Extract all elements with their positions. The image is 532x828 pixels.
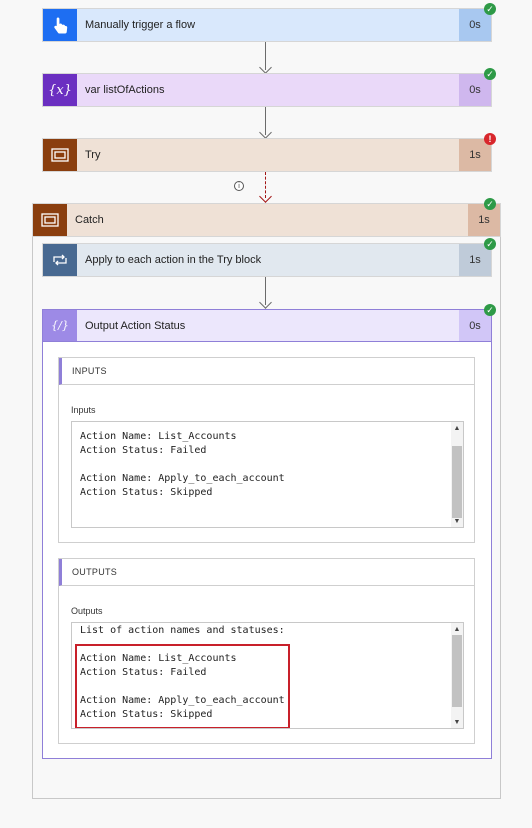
inputs-line: Action Status: Failed bbox=[80, 445, 207, 456]
scope-icon bbox=[33, 204, 67, 236]
hand-pointer-icon bbox=[43, 9, 77, 41]
output-action-title: Output Action Status bbox=[85, 319, 186, 332]
inputs-line: Action Status: Skipped bbox=[80, 487, 213, 498]
apply-to-each-card[interactable]: Apply to each action in the Try block 1s bbox=[42, 243, 492, 277]
scroll-down-icon[interactable]: ▼ bbox=[451, 516, 463, 526]
inputs-line bbox=[80, 458, 463, 472]
output-action-card[interactable]: {∕} Output Action Status 0s bbox=[42, 309, 492, 342]
connector-arrow bbox=[259, 190, 272, 203]
inputs-scrollbar[interactable]: ▲ ▼ bbox=[451, 422, 463, 527]
error-icon: ! bbox=[484, 133, 496, 145]
catch-scope-card[interactable]: Catch 1s bbox=[32, 203, 501, 237]
connector-arrow bbox=[259, 126, 272, 139]
success-icon: ✓ bbox=[484, 304, 496, 316]
outputs-header: OUTPUTS bbox=[59, 559, 474, 586]
variable-card[interactable]: {x} var listOfActions 0s bbox=[42, 73, 492, 107]
info-icon[interactable]: i bbox=[234, 181, 244, 191]
loop-icon bbox=[43, 244, 77, 276]
outputs-section: OUTPUTS Outputs List of action names and… bbox=[58, 558, 475, 744]
variable-icon: {x} bbox=[43, 74, 77, 106]
catch-title: Catch bbox=[75, 214, 104, 226]
trigger-card[interactable]: Manually trigger a flow 0s bbox=[42, 8, 492, 42]
highlight-box bbox=[75, 644, 290, 728]
variable-icon-glyph: {x} bbox=[48, 82, 72, 98]
compose-icon: {∕} bbox=[43, 310, 77, 341]
scrollbar-thumb[interactable] bbox=[452, 635, 462, 707]
success-icon: ✓ bbox=[484, 68, 496, 80]
inputs-label: Inputs bbox=[71, 405, 96, 415]
catch-duration: 1s bbox=[468, 204, 500, 236]
scope-icon bbox=[43, 139, 77, 171]
scrollbar-thumb[interactable] bbox=[452, 446, 462, 518]
try-scope-card[interactable]: Try 1s bbox=[42, 138, 492, 172]
inputs-line: Action Name: Apply_to_each_account bbox=[80, 473, 285, 484]
inputs-line: Action Name: List_Accounts bbox=[80, 431, 237, 442]
apply-to-each-title: Apply to each action in the Try block bbox=[85, 254, 262, 266]
scroll-up-icon[interactable]: ▲ bbox=[451, 624, 463, 634]
inputs-section: INPUTS Inputs Action Name: List_Accounts… bbox=[58, 357, 475, 543]
outputs-line: List of action names and statuses: bbox=[80, 625, 285, 636]
trigger-title: Manually trigger a flow bbox=[85, 19, 196, 31]
scroll-up-icon[interactable]: ▲ bbox=[451, 423, 463, 433]
connector-arrow bbox=[259, 61, 272, 74]
success-icon: ✓ bbox=[484, 238, 496, 250]
outputs-label: Outputs bbox=[71, 606, 103, 616]
scroll-down-icon[interactable]: ▼ bbox=[451, 717, 463, 727]
success-icon: ✓ bbox=[484, 198, 496, 210]
outputs-scrollbar[interactable]: ▲ ▼ bbox=[451, 623, 463, 728]
inputs-textbox[interactable]: Action Name: List_Accounts Action Status… bbox=[71, 421, 464, 528]
success-icon: ✓ bbox=[484, 3, 496, 15]
try-title: Try bbox=[85, 149, 101, 161]
variable-title: var listOfActions bbox=[85, 84, 165, 96]
outputs-textbox[interactable]: List of action names and statuses: Actio… bbox=[71, 622, 464, 729]
inputs-header: INPUTS bbox=[59, 358, 474, 385]
